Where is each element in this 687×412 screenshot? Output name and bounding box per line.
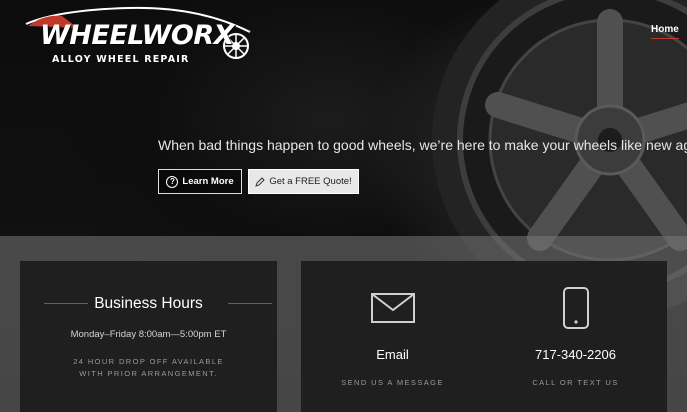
smartphone-icon <box>562 287 589 329</box>
brand-subtitle: ALLOY WHEEL REPAIR <box>52 54 190 65</box>
business-hours-schedule: Monday–Friday 8:00am—5:00pm ET <box>70 329 227 340</box>
envelope-icon <box>370 293 415 323</box>
nav-home-link[interactable]: Home <box>651 24 679 39</box>
business-hours-card: Business Hours Monday–Friday 8:00am—5:00… <box>20 261 277 412</box>
pencil-icon <box>255 176 266 187</box>
contact-card: Email SEND US A MESSAGE 717-340-2206 CAL… <box>301 261 667 412</box>
drop-off-note-line1: 24 HOUR DROP OFF AVAILABLE <box>73 357 224 366</box>
hero-tagline: When bad things happen to good wheels, w… <box>158 137 687 153</box>
drop-off-note-line2: WITH PRIOR ARRANGEMENT. <box>79 369 218 378</box>
phone-number: 717-340-2206 <box>535 347 616 362</box>
brand-logo[interactable]: WHEELWORX ALLOY WHEEL REPAIR <box>18 4 268 66</box>
business-hours-title: Business Hours <box>94 295 203 312</box>
email-contact[interactable]: Email SEND US A MESSAGE <box>301 261 484 412</box>
learn-more-button[interactable]: ? Learn More <box>158 169 242 194</box>
phone-contact[interactable]: 717-340-2206 CALL OR TEXT US <box>484 261 667 412</box>
free-quote-label: Get a FREE Quote! <box>269 176 352 187</box>
email-title: Email <box>376 347 409 362</box>
free-quote-button[interactable]: Get a FREE Quote! <box>248 169 359 194</box>
email-subtitle: SEND US A MESSAGE <box>341 378 444 387</box>
question-circle-icon: ? <box>166 175 179 188</box>
learn-more-label: Learn More <box>182 176 234 187</box>
title-rule-right <box>228 303 272 304</box>
drop-off-note: 24 HOUR DROP OFF AVAILABLE WITH PRIOR AR… <box>20 356 277 380</box>
brand-name: WHEELWORX <box>40 20 234 51</box>
phone-subtitle: CALL OR TEXT US <box>532 378 619 387</box>
